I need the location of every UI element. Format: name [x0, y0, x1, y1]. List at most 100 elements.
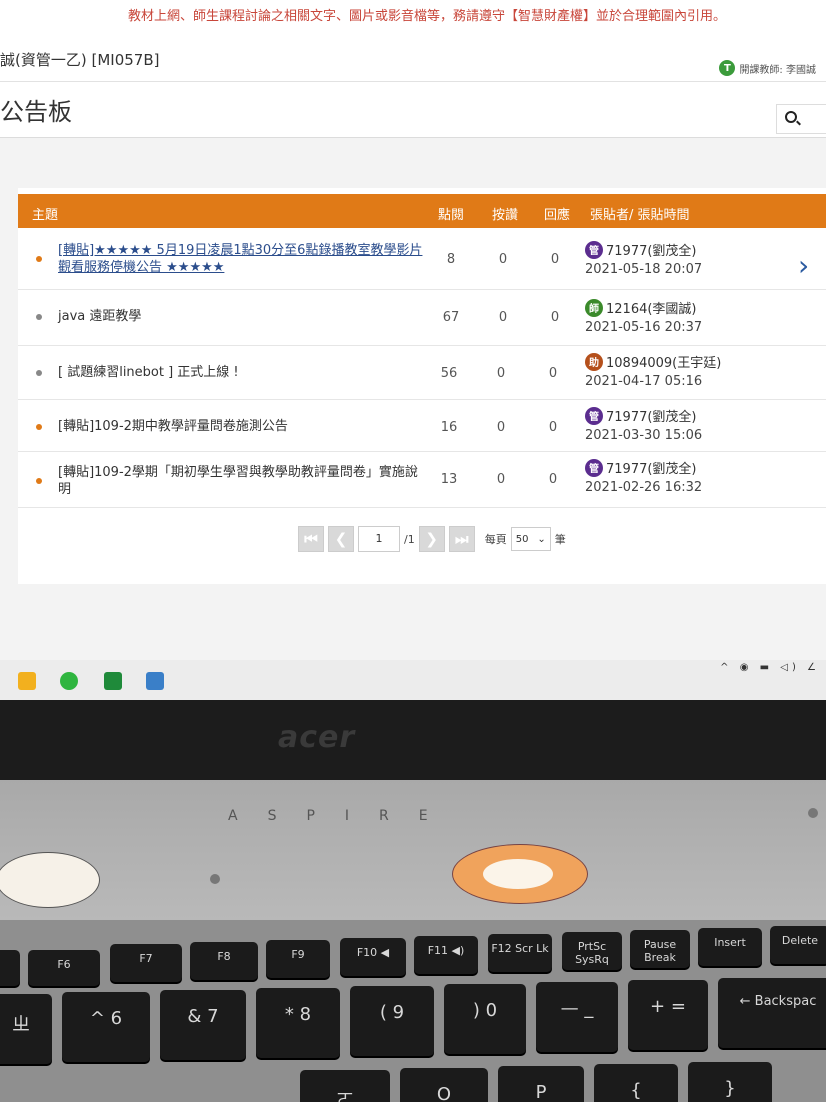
first-page-button[interactable]: ⏮: [298, 526, 324, 552]
poster-name[interactable]: 10894009(王宇廷): [606, 352, 721, 371]
poster-name[interactable]: 71977(劉茂全): [606, 458, 697, 477]
likes-count: 0: [496, 472, 506, 487]
bullet-icon: [36, 314, 42, 320]
key-o[interactable]: O: [400, 1068, 488, 1102]
poster-name[interactable]: 71977(劉茂全): [606, 240, 697, 259]
key-backspace[interactable]: ← Backspac: [718, 978, 826, 1048]
key-delete[interactable]: Delete: [770, 926, 826, 964]
post-time: 2021-02-26 16:32: [585, 480, 703, 495]
topic-link[interactable]: java 遠距教學: [58, 308, 428, 325]
teacher-info: T 開課教師: 李國誠: [719, 60, 816, 76]
topic-link[interactable]: [轉貼]★★★★★ 5月19日凌晨1點30分至6點錄播教室教學影片觀看服務停機公…: [58, 242, 428, 276]
teacher-badge-icon: T: [719, 60, 736, 76]
key-minus[interactable]: — _: [536, 982, 618, 1052]
col-views[interactable]: 點閱: [438, 204, 464, 223]
replies-count: 0: [548, 366, 558, 381]
views-count: 13: [440, 472, 458, 487]
role-badge-icon: 師: [585, 298, 603, 317]
key[interactable]: ㄛ: [300, 1070, 390, 1102]
views-count: 8: [446, 252, 456, 267]
poster-info: 師 12164(李國誠) 2021-05-16 20:37: [585, 298, 785, 335]
key-f12[interactable]: F12 Scr Lk: [488, 934, 552, 972]
bullet-icon: [36, 256, 42, 262]
per-page-value: 50: [515, 533, 529, 545]
search-icon: [785, 111, 797, 123]
last-page-button[interactable]: ⏭: [448, 526, 475, 552]
chevron-right-icon[interactable]: ›: [798, 252, 809, 280]
key-equals[interactable]: + =: [628, 980, 708, 1050]
next-page-button[interactable]: ❯: [418, 526, 445, 552]
per-page-select[interactable]: 50 ⌄: [510, 527, 551, 551]
key-prtsc[interactable]: PrtSc SysRq: [562, 932, 622, 970]
key-pause[interactable]: Pause Break: [630, 930, 690, 968]
system-tray[interactable]: ^ ◉ ▬ ◁) ∠: [720, 662, 820, 673]
table-row: [轉貼]109-2期中教學評量問卷施測公告 16 0 0 管 71977(劉茂全…: [18, 400, 826, 452]
key-insert[interactable]: Insert: [698, 928, 762, 966]
likes-count: 0: [498, 252, 508, 267]
key-bracket-right[interactable]: }: [688, 1062, 772, 1102]
col-likes[interactable]: 按讚: [492, 204, 518, 223]
indicator-dot: [808, 808, 818, 818]
topic-link[interactable]: [轉貼]109-2期中教學評量問卷施測公告: [58, 418, 428, 435]
col-replies[interactable]: 回應: [544, 204, 570, 223]
per-page-label: 每頁: [484, 533, 507, 546]
poster-info: 助 10894009(王宇廷) 2021-04-17 05:16: [585, 352, 785, 389]
key-f8[interactable]: F8: [190, 942, 258, 980]
key-f10[interactable]: F10 ◀: [340, 938, 406, 976]
page-number-input[interactable]: 1: [358, 526, 400, 552]
table-row: [轉貼]109-2學期「期初學生學習與教學助教評量問卷」實施說明 13 0 0 …: [18, 452, 826, 508]
key-f7[interactable]: F7: [110, 944, 182, 982]
cat-sticker-icon: [0, 852, 100, 908]
col-topic[interactable]: 主題: [32, 204, 58, 223]
search-button[interactable]: [776, 104, 826, 134]
views-count: 16: [440, 420, 458, 435]
key[interactable]: ㄓ: [0, 994, 52, 1064]
likes-count: 0: [498, 310, 508, 325]
key-6[interactable]: ^ 6: [62, 992, 150, 1062]
role-badge-icon: 管: [585, 240, 603, 259]
bulletin-table: 主題 點閱 按讚 回應 張貼者/ 張貼時間 [轉貼]★★★★★ 5月19日凌晨1…: [18, 188, 826, 584]
topic-link[interactable]: [ 試題練習linebot ] 正式上線 !: [58, 364, 428, 381]
key-8[interactable]: * 8: [256, 988, 340, 1058]
poster-info: 管 71977(劉茂全) 2021-02-26 16:32: [585, 458, 785, 495]
key-bracket-left[interactable]: {: [594, 1064, 678, 1102]
key-f11[interactable]: F11 ◀): [414, 936, 478, 974]
table-row: java 遠距教學 67 0 0 師 12164(李國誠) 2021-05-16…: [18, 290, 826, 346]
role-badge-icon: 管: [585, 458, 603, 477]
table-row: [轉貼]★★★★★ 5月19日凌晨1點30分至6點錄播教室教學影片觀看服務停機公…: [18, 232, 826, 290]
indicator-dot: [210, 874, 220, 884]
per-page-unit: 筆: [554, 533, 566, 546]
file-explorer-icon[interactable]: [18, 672, 36, 690]
line-app-icon[interactable]: [60, 672, 78, 690]
key-7[interactable]: & 7: [160, 990, 246, 1060]
chevron-down-icon: ⌄: [537, 533, 546, 545]
replies-count: 0: [550, 310, 560, 325]
topic-link[interactable]: [轉貼]109-2學期「期初學生學習與教學助教評量問卷」實施說明: [58, 464, 418, 498]
key-f9[interactable]: F9: [266, 940, 330, 978]
copyright-notice: 教材上網、師生課程討論之相關文字、圖片或影音檔等，務請遵守【智慧財產權】並於合理…: [0, 0, 826, 40]
app-icon[interactable]: [104, 672, 122, 690]
key-p[interactable]: P: [498, 1066, 584, 1102]
likes-count: 0: [496, 420, 506, 435]
prev-page-button[interactable]: ❮: [328, 526, 354, 552]
poster-name[interactable]: 71977(劉茂全): [606, 406, 697, 425]
model-name: ASPIRE: [228, 808, 458, 824]
post-time: 2021-05-18 20:07: [585, 262, 703, 277]
screen: 教材上網、師生課程討論之相關文字、圖片或影音檔等，務請遵守【智慧財產權】並於合理…: [0, 0, 826, 700]
post-time: 2021-04-17 05:16: [585, 374, 703, 389]
laptop-bezel: acer: [0, 700, 826, 780]
poster-name[interactable]: 12164(李國誠): [606, 298, 697, 317]
role-badge-icon: 助: [585, 352, 603, 371]
key[interactable]: [0, 950, 20, 986]
likes-count: 0: [496, 366, 506, 381]
role-badge-icon: 管: [585, 406, 603, 425]
taskbar: ^ ◉ ▬ ◁) ∠: [0, 660, 826, 700]
replies-count: 0: [548, 420, 558, 435]
col-poster[interactable]: 張貼者/ 張貼時間: [590, 204, 690, 223]
key-0[interactable]: ) 0: [444, 984, 526, 1054]
store-icon[interactable]: [146, 672, 164, 690]
key-9[interactable]: ( 9: [350, 986, 434, 1056]
key-f6[interactable]: F6: [28, 950, 100, 986]
acer-logo: acer: [278, 720, 356, 755]
poster-info: 管 71977(劉茂全) 2021-05-18 20:07: [585, 240, 785, 277]
